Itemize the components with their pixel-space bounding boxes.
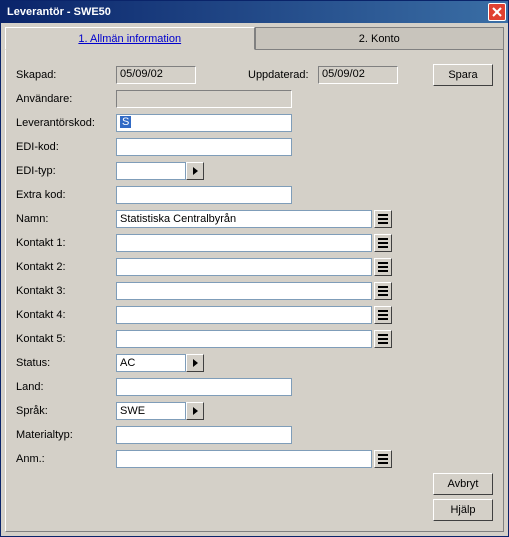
- list-icon: [377, 285, 389, 297]
- label-kontakt2: Kontakt 2:: [16, 261, 116, 273]
- list-icon: [377, 237, 389, 249]
- anm-lookup-button[interactable]: [374, 450, 392, 468]
- window-title: Leverantör - SWE50: [7, 6, 488, 18]
- button-column-top: Spara: [433, 64, 493, 86]
- field-kontakt2[interactable]: [116, 258, 372, 276]
- label-kontakt1: Kontakt 1:: [16, 237, 116, 249]
- kontakt3-lookup-button[interactable]: [374, 282, 392, 300]
- label-namn: Namn:: [16, 213, 116, 225]
- field-land[interactable]: [116, 378, 292, 396]
- tab-general-info[interactable]: 1. Allmän information: [5, 27, 255, 50]
- tabpanel: Spara Skapad: 05/09/02 Uppdaterad: 05/09…: [5, 50, 504, 532]
- edityp-dropdown-button[interactable]: [186, 162, 204, 180]
- label-materialtyp: Materialtyp:: [16, 429, 116, 441]
- namn-lookup-button[interactable]: [374, 210, 392, 228]
- label-kontakt3: Kontakt 3:: [16, 285, 116, 297]
- label-land: Land:: [16, 381, 116, 393]
- field-edikod[interactable]: [116, 138, 292, 156]
- list-icon: [377, 453, 389, 465]
- button-column-bottom: Avbryt Hjälp: [433, 473, 493, 521]
- field-leverantorskod[interactable]: S: [116, 114, 292, 132]
- label-leverantorskod: Leverantörskod:: [16, 117, 116, 129]
- field-kontakt3[interactable]: [116, 282, 372, 300]
- field-extrakod[interactable]: [116, 186, 292, 204]
- field-kontakt4[interactable]: [116, 306, 372, 324]
- list-icon: [377, 309, 389, 321]
- close-button[interactable]: [488, 3, 506, 21]
- row-created-updated: Skapad: 05/09/02 Uppdaterad: 05/09/02: [16, 64, 493, 85]
- label-anm: Anm.:: [16, 453, 116, 465]
- close-icon: [492, 7, 502, 17]
- label-sprak: Språk:: [16, 405, 116, 417]
- cancel-button[interactable]: Avbryt: [433, 473, 493, 495]
- field-materialtyp[interactable]: [116, 426, 292, 444]
- chevron-right-icon: [191, 167, 199, 175]
- label-extrakod: Extra kod:: [16, 189, 116, 201]
- status-dropdown-button[interactable]: [186, 354, 204, 372]
- kontakt5-lookup-button[interactable]: [374, 330, 392, 348]
- field-skapad: 05/09/02: [116, 66, 196, 84]
- tab-label: 1. Allmän information: [78, 33, 181, 45]
- kontakt2-lookup-button[interactable]: [374, 258, 392, 276]
- label-edityp: EDI-typ:: [16, 165, 116, 177]
- tab-label: 2. Konto: [359, 33, 400, 45]
- list-icon: [377, 213, 389, 225]
- chevron-right-icon: [191, 407, 199, 415]
- field-sprak[interactable]: [116, 402, 186, 420]
- field-kontakt1[interactable]: [116, 234, 372, 252]
- label-status: Status:: [16, 357, 116, 369]
- chevron-right-icon: [191, 359, 199, 367]
- tab-konto[interactable]: 2. Konto: [255, 27, 505, 50]
- field-uppdaterad: 05/09/02: [318, 66, 398, 84]
- label-kontakt5: Kontakt 5:: [16, 333, 116, 345]
- field-anvandare: [116, 90, 292, 108]
- sprak-dropdown-button[interactable]: [186, 402, 204, 420]
- list-icon: [377, 261, 389, 273]
- titlebar: Leverantör - SWE50: [1, 1, 508, 23]
- list-icon: [377, 333, 389, 345]
- label-anvandare: Användare:: [16, 93, 116, 105]
- field-edityp[interactable]: [116, 162, 186, 180]
- label-skapad: Skapad:: [16, 69, 116, 81]
- field-kontakt5[interactable]: [116, 330, 372, 348]
- field-anm[interactable]: [116, 450, 372, 468]
- label-edikod: EDI-kod:: [16, 141, 116, 153]
- save-button[interactable]: Spara: [433, 64, 493, 86]
- kontakt1-lookup-button[interactable]: [374, 234, 392, 252]
- help-button[interactable]: Hjälp: [433, 499, 493, 521]
- window: Leverantör - SWE50 1. Allmän information…: [0, 0, 509, 537]
- kontakt4-lookup-button[interactable]: [374, 306, 392, 324]
- field-namn[interactable]: [116, 210, 372, 228]
- label-kontakt4: Kontakt 4:: [16, 309, 116, 321]
- label-uppdaterad: Uppdaterad:: [248, 69, 318, 81]
- field-status[interactable]: [116, 354, 186, 372]
- tabstrip: 1. Allmän information 2. Konto: [5, 27, 504, 50]
